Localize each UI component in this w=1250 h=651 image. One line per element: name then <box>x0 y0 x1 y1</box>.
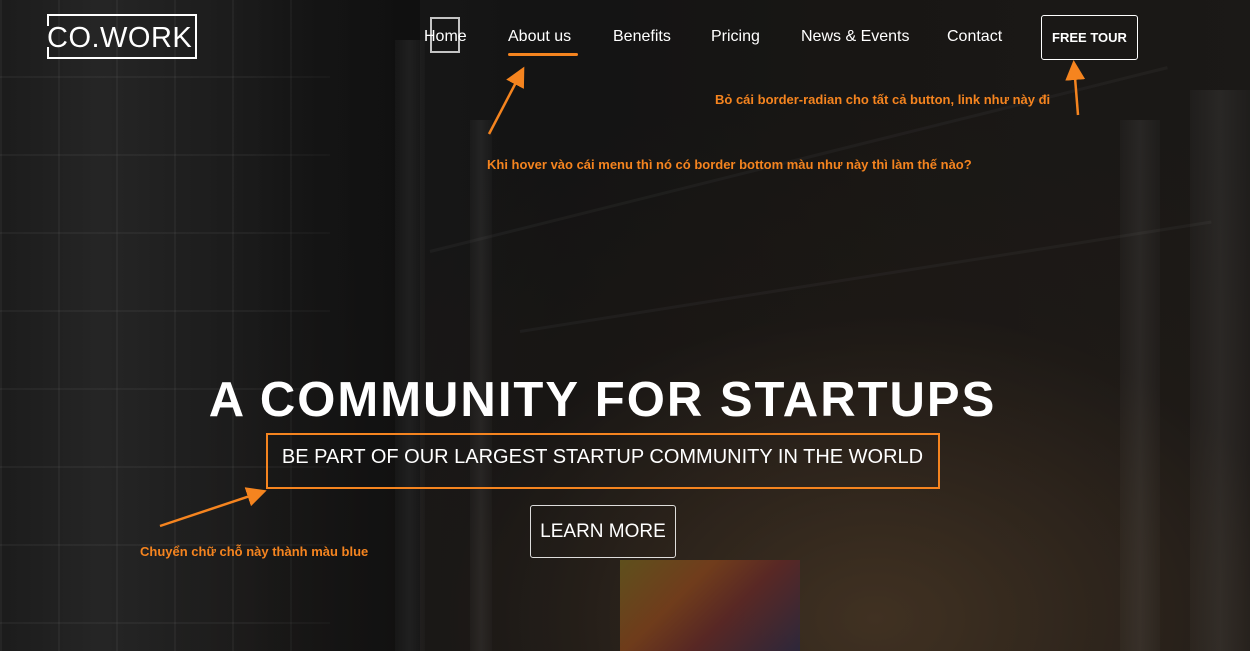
nav-item-benefits[interactable]: Benefits <box>613 28 671 46</box>
logo[interactable]: CO.WORK <box>47 14 197 59</box>
nav-hover-underline <box>508 53 578 56</box>
annotation-text-color: Chuyển chữ chỗ này thành màu blue <box>140 544 369 559</box>
annotation-border-radius: Bỏ cái border-radian cho tất cả button, … <box>715 92 1051 107</box>
hero-section: CO.WORK Home About us Benefits Pricing N… <box>0 0 1250 651</box>
hero-subheadline: BE PART OF OUR LARGEST STARTUP COMMUNITY… <box>281 446 924 468</box>
nav-item-about-us[interactable]: About us <box>508 28 571 46</box>
nav-item-pricing[interactable]: Pricing <box>711 28 760 46</box>
logo-text: CO.WORK <box>47 22 193 54</box>
hero-headline: A COMMUNITY FOR STARTUPS <box>208 373 997 427</box>
nav-item-contact[interactable]: Contact <box>947 28 1002 46</box>
nav-item-home[interactable]: Home <box>424 28 467 46</box>
learn-more-button[interactable]: LEARN MORE <box>530 505 676 558</box>
nav-item-news-events[interactable]: News & Events <box>801 28 909 46</box>
free-tour-button[interactable]: FREE TOUR <box>1041 15 1138 60</box>
annotation-hover: Khi hover vào cái menu thì nó có border … <box>487 157 972 172</box>
